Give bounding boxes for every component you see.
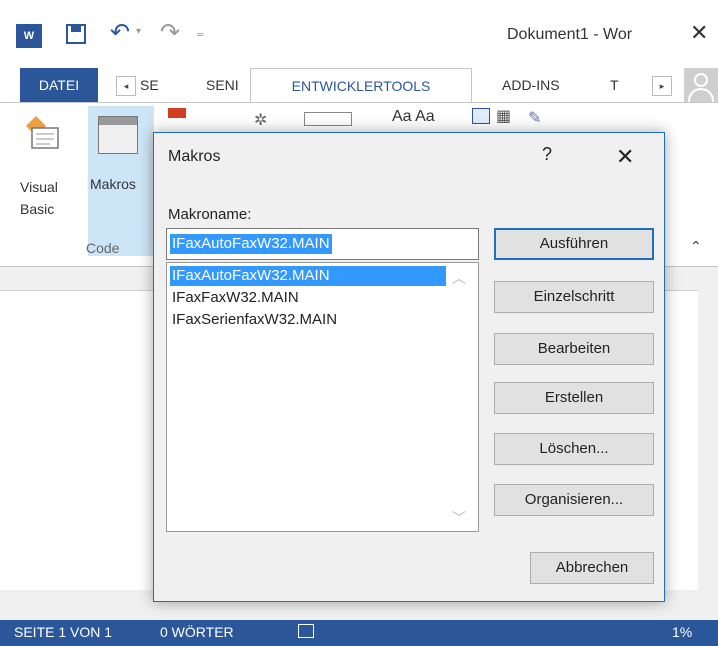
tab-t[interactable]: T bbox=[610, 77, 619, 93]
status-word-count[interactable]: 0 WÖRTER bbox=[160, 624, 234, 640]
design-mode-icon[interactable]: ✎ bbox=[528, 108, 541, 128]
abbrechen-button[interactable]: Abbrechen bbox=[530, 552, 654, 584]
tab-se[interactable]: SE bbox=[140, 77, 159, 93]
dialog-close-icon[interactable]: ✕ bbox=[616, 144, 634, 170]
group-label-code: Code bbox=[86, 240, 120, 256]
scroll-up-icon[interactable]: ︿ bbox=[452, 268, 466, 288]
tab-sendungen[interactable]: SENI bbox=[206, 77, 239, 93]
user-avatar-icon[interactable] bbox=[684, 68, 718, 102]
macro-name-label: Makroname: bbox=[168, 206, 252, 223]
group-separator bbox=[150, 112, 151, 254]
tab-add-ins[interactable]: ADD-INS bbox=[502, 77, 560, 93]
tab-entwicklertools[interactable]: ENTWICKLERTOOLS bbox=[250, 68, 472, 103]
window-title: Dokument1 - Wor bbox=[507, 26, 633, 43]
rich-text-control-icon[interactable]: Aa Aa bbox=[392, 108, 435, 126]
window-close-icon[interactable]: ✕ bbox=[690, 20, 708, 46]
tab-scroll-right-icon[interactable]: ▸ bbox=[652, 76, 672, 96]
scroll-down-icon[interactable]: ﹀ bbox=[452, 508, 466, 528]
bearbeiten-button[interactable]: Bearbeiten bbox=[494, 333, 654, 365]
undo-dropdown-icon[interactable]: ▾ bbox=[136, 26, 141, 37]
list-item[interactable]: IFaxFaxW32.MAIN bbox=[170, 288, 301, 308]
text-field-control-icon[interactable] bbox=[304, 112, 352, 126]
help-icon[interactable]: ? bbox=[542, 144, 552, 165]
tab-scroll-left-icon[interactable]: ◂ bbox=[116, 76, 136, 96]
proofing-icon[interactable] bbox=[298, 624, 314, 638]
record-macro-icon[interactable] bbox=[168, 108, 186, 118]
word-logo-icon[interactable]: W bbox=[16, 24, 42, 48]
tab-datei[interactable]: DATEI bbox=[20, 68, 98, 102]
erstellen-button[interactable]: Erstellen bbox=[494, 382, 654, 414]
status-zoom-level[interactable]: 1% bbox=[672, 624, 692, 640]
ausfuehren-button[interactable]: Ausführen bbox=[494, 228, 654, 260]
macro-name-input[interactable]: IFaxAutoFaxW32.MAIN bbox=[166, 228, 479, 260]
einzelschritt-button[interactable]: Einzelschritt bbox=[494, 281, 654, 313]
visual-basic-label: Visual Basic bbox=[20, 179, 58, 217]
visual-basic-icon bbox=[26, 116, 59, 149]
macro-name-value: IFaxAutoFaxW32.MAIN bbox=[170, 234, 332, 254]
undo-icon[interactable]: ↶ bbox=[110, 18, 130, 47]
save-icon[interactable] bbox=[66, 24, 86, 44]
macros-icon bbox=[98, 116, 138, 154]
list-item[interactable]: IFaxAutoFaxW32.MAIN bbox=[170, 266, 446, 286]
macro-list[interactable]: IFaxAutoFaxW32.MAIN IFaxFaxW32.MAIN IFax… bbox=[166, 262, 479, 532]
makros-label: Makros bbox=[90, 176, 136, 192]
list-scrollbar[interactable] bbox=[451, 264, 477, 530]
loeschen-button[interactable]: Löschen... bbox=[494, 433, 654, 465]
list-item[interactable]: IFaxSerienfaxW32.MAIN bbox=[170, 310, 339, 330]
customize-toolbar-icon[interactable]: ₌ bbox=[196, 22, 204, 42]
organisieren-button[interactable]: Organisieren... bbox=[494, 484, 654, 516]
collapse-ribbon-icon[interactable]: ⌃ bbox=[690, 238, 702, 255]
gear-icon[interactable]: ✲ bbox=[254, 110, 267, 130]
picture-control-icon[interactable] bbox=[472, 108, 490, 124]
redo-icon[interactable]: ↷ bbox=[160, 18, 180, 47]
status-page-count[interactable]: SEITE 1 VON 1 bbox=[14, 624, 112, 640]
dialog-title: Makros bbox=[168, 148, 221, 165]
building-block-icon[interactable]: ▦ bbox=[496, 106, 511, 126]
